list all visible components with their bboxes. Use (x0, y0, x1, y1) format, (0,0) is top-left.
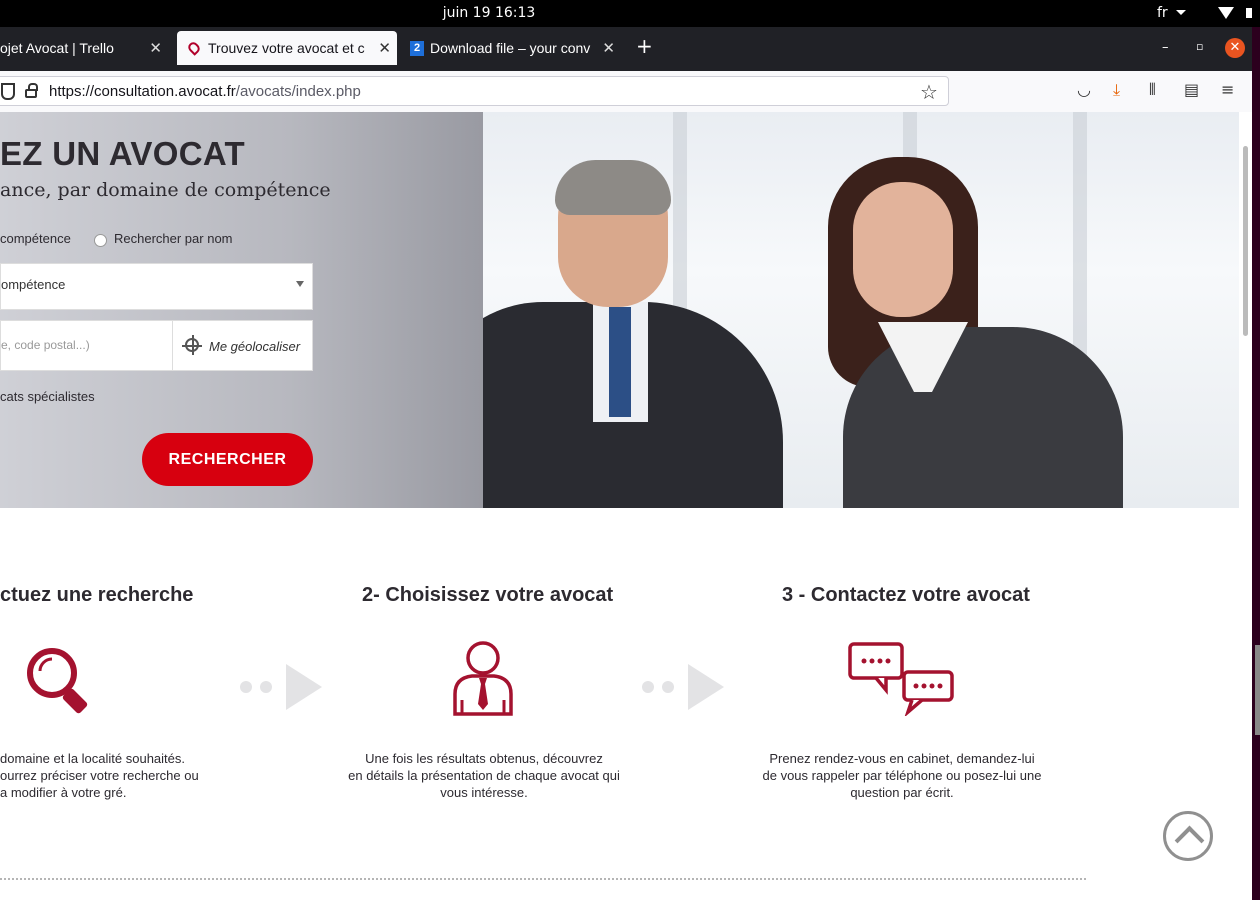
competence-select[interactable]: ompétence (0, 263, 313, 310)
tracking-shield-icon[interactable] (1, 83, 15, 100)
tab-strip: ojet Avocat | Trello ✕ Trouvez votre avo… (0, 27, 1252, 71)
specialists-checkbox-label[interactable]: cats spécialistes (0, 389, 95, 404)
step-arrow-icon (642, 664, 726, 710)
search-button[interactable]: RECHERCHER (142, 433, 313, 486)
geolocate-button[interactable]: Me géolocaliser (172, 320, 313, 371)
navigation-bar: https://consultation.avocat.fr/avocats/i… (0, 71, 1252, 113)
location-placeholder: e, code postal...) (1, 338, 90, 352)
step-arrow-icon (240, 664, 324, 710)
window-close-button[interactable]: ✕ (1225, 38, 1245, 58)
geolocate-label: Me géolocaliser (209, 339, 301, 354)
wifi-icon[interactable] (1218, 7, 1234, 19)
radio-search-by-name-label[interactable]: Rechercher par nom (114, 231, 233, 246)
new-tab-button[interactable]: + (636, 34, 653, 58)
system-clock[interactable]: juin 19 16:13 (0, 5, 978, 21)
desc-line: ourrez préciser votre recherche ou (0, 768, 199, 783)
tab-trello[interactable]: ojet Avocat | Trello ✕ (0, 31, 172, 65)
step-1-description: domaine et la localité souhaités. ourrez… (0, 750, 215, 801)
step-3-title: 3 - Contactez votre avocat (782, 584, 1030, 606)
sidebar-icon[interactable]: ▤ (1184, 80, 1199, 99)
step-1-title: ctuez une recherche (0, 584, 194, 606)
chevron-down-icon (296, 281, 304, 287)
desktop-edge (1252, 27, 1260, 900)
desc-line: de vous rappeler par téléphone ou posez-… (762, 768, 1042, 783)
tab-title: Download file – your conv (430, 40, 591, 56)
library-icon[interactable]: ⫴ (1149, 80, 1156, 100)
pocket-icon[interactable]: ◡ (1077, 80, 1091, 99)
os-top-bar: juin 19 16:13 fr (0, 0, 1260, 27)
scrollbar-thumb[interactable] (1243, 146, 1248, 336)
competence-select-value: ompétence (1, 277, 66, 292)
lock-icon[interactable] (25, 83, 38, 98)
hero-photo-lawyers (483, 112, 1239, 508)
hero-subtitle: ance, par domaine de compétence (0, 179, 331, 201)
minimize-button[interactable]: – (1162, 40, 1169, 55)
radio-competence-label[interactable]: compétence (0, 231, 71, 246)
volume-icon[interactable] (1246, 8, 1252, 18)
restore-button[interactable]: ▫ (1196, 40, 1203, 53)
step-3-description: Prenez rendez-vous en cabinet, demandez-… (748, 750, 1056, 801)
step-2-description: Une fois les résultats obtenus, découvre… (330, 750, 638, 801)
close-icon[interactable]: ✕ (149, 39, 162, 57)
desc-line: domaine et la localité souhaités. (0, 751, 186, 766)
location-input[interactable]: e, code postal...) (0, 320, 173, 371)
tab-title: Trouvez votre avocat et c (208, 40, 365, 56)
section-divider (0, 878, 1086, 880)
menu-icon[interactable]: ≡ (1221, 80, 1234, 99)
converter-favicon-icon: 2 (410, 40, 424, 56)
search-icon (27, 648, 88, 714)
close-icon[interactable]: ✕ (602, 39, 615, 57)
map-pin-icon (186, 40, 202, 56)
desc-line: vous intéresse. (440, 785, 528, 800)
chat-bubbles-icon (848, 642, 954, 716)
download-icon[interactable]: ⤓ (1113, 80, 1120, 100)
back-to-top-button[interactable] (1163, 811, 1213, 861)
back-to-top-icon (1174, 825, 1205, 856)
tab-title: ojet Avocat | Trello (0, 40, 114, 56)
page-scrollbar[interactable] (1239, 112, 1252, 900)
crosshair-icon (182, 335, 202, 355)
desc-line: Une fois les résultats obtenus, découvre… (365, 751, 603, 766)
close-icon[interactable]: ✕ (378, 39, 391, 57)
person-icon (453, 641, 513, 716)
url-path: /avocats/index.php (235, 83, 361, 100)
hero-title: EZ UN AVOCAT (0, 135, 245, 172)
url-text[interactable]: https://consultation.avocat.fr/avocats/i… (49, 83, 361, 100)
desc-line: question par écrit. (850, 785, 954, 800)
keyboard-language[interactable]: fr (1157, 5, 1168, 21)
bookmark-star-icon[interactable]: ☆ (920, 80, 938, 104)
desc-line: a modifier à votre gré. (0, 785, 127, 800)
address-bar[interactable]: https://consultation.avocat.fr/avocats/i… (0, 76, 949, 106)
radio-search-by-name[interactable] (94, 234, 107, 247)
desc-line: Prenez rendez-vous en cabinet, demandez-… (769, 751, 1035, 766)
tab-download[interactable]: 2 Download file – your conv ✕ (406, 31, 621, 65)
desc-line: en détails la présentation de chaque avo… (348, 768, 620, 783)
language-caret-icon (1176, 10, 1186, 15)
tab-avocat[interactable]: Trouvez votre avocat et c ✕ (177, 31, 397, 65)
step-2-title: 2- Choisissez votre avocat (362, 584, 614, 606)
url-host: https://consultation.avocat.fr (49, 83, 236, 100)
